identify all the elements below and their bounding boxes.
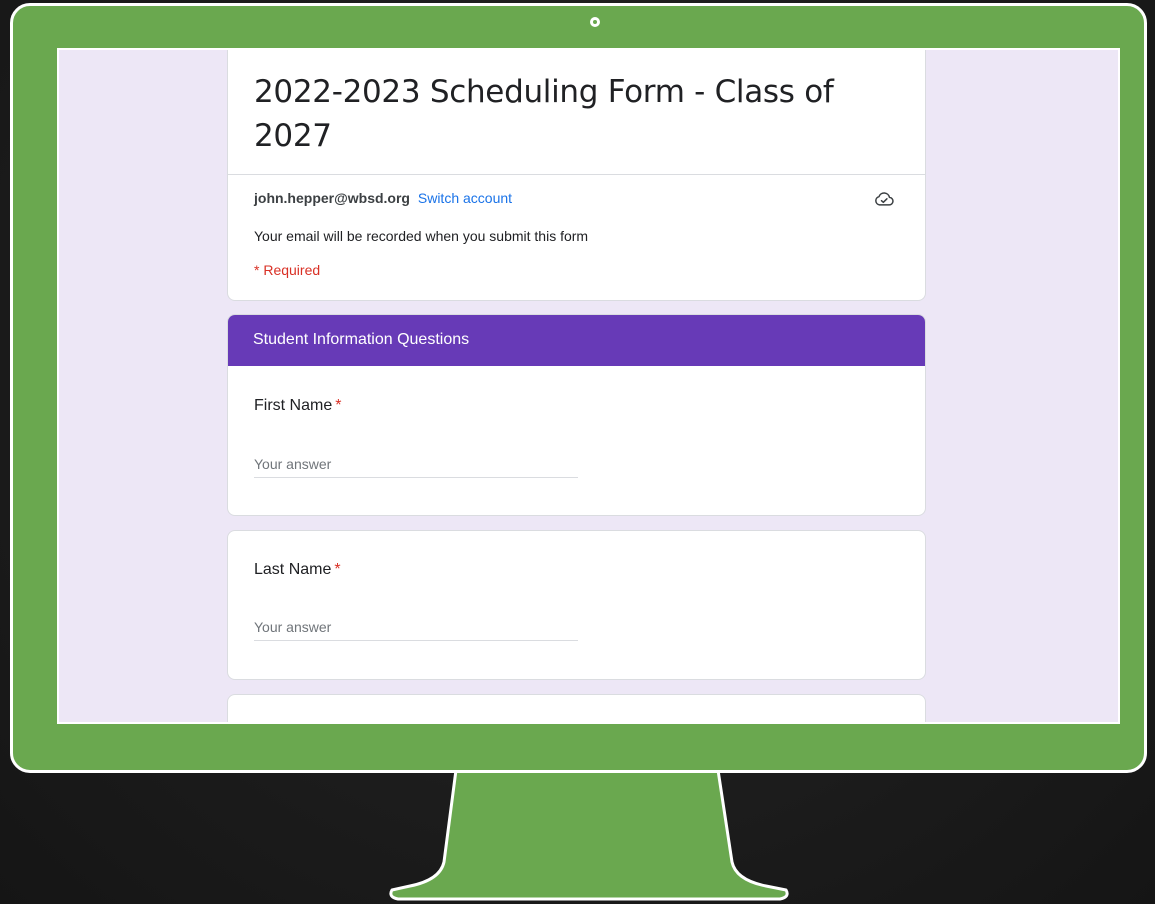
section-card-student-info: Student Information Questions First Name… <box>227 314 926 516</box>
title-divider <box>228 174 925 175</box>
last-name-input[interactable] <box>254 615 578 639</box>
question-label: First Name <box>254 397 333 414</box>
answer-underline <box>254 615 578 641</box>
question-label: Last Name <box>254 561 332 578</box>
cloud-check-icon[interactable] <box>874 191 894 207</box>
question-card-last-name: Last Name * <box>227 530 926 680</box>
stage: 2022-2023 Scheduling Form - Class of 202… <box>0 0 1155 904</box>
required-note: * Required <box>254 262 321 278</box>
question-title-last-name: Last Name * <box>254 561 341 579</box>
required-star: * <box>335 397 342 414</box>
required-star: * <box>334 561 341 578</box>
next-question-card <box>227 694 926 722</box>
switch-account-link[interactable]: Switch account <box>418 190 512 206</box>
screen: 2022-2023 Scheduling Form - Class of 202… <box>57 48 1120 724</box>
section-header: Student Information Questions <box>228 315 925 366</box>
email-record-note: Your email will be recorded when you sub… <box>254 228 589 244</box>
form-header-card: 2022-2023 Scheduling Form - Class of 202… <box>227 50 926 301</box>
camera-dot-icon <box>590 17 600 27</box>
question-title-first-name: First Name * <box>254 397 341 415</box>
form-title: 2022-2023 Scheduling Form - Class of 202… <box>254 74 834 154</box>
first-name-input[interactable] <box>254 452 578 476</box>
account-line: john.hepper@wbsd.org Switch account <box>254 190 512 206</box>
answer-underline <box>254 452 578 478</box>
form-column: 2022-2023 Scheduling Form - Class of 202… <box>227 50 926 722</box>
account-email: john.hepper@wbsd.org <box>254 190 410 206</box>
